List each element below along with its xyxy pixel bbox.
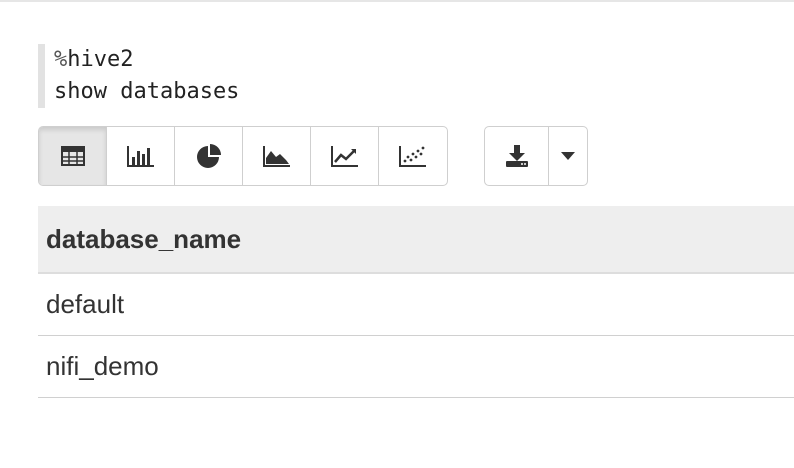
column-header[interactable]: database_name	[38, 206, 794, 274]
interpreter-prefix: %	[54, 47, 68, 72]
pie-chart-icon	[196, 144, 221, 168]
table-view-button[interactable]	[39, 127, 107, 185]
caret-down-icon	[561, 152, 575, 160]
table-header-row: database_name	[38, 206, 794, 274]
table-cell: default	[38, 273, 794, 336]
visualization-button-group	[38, 126, 448, 186]
query-text: show databases	[54, 79, 240, 104]
area-chart-icon	[262, 146, 290, 167]
paragraph: %hive2 show databases database_name defa…	[0, 0, 794, 468]
line-chart-button[interactable]	[311, 127, 379, 185]
code-editor[interactable]: %hive2 show databases	[38, 44, 778, 108]
table-cell: nifi_demo	[38, 335, 794, 398]
bar-chart-button[interactable]	[107, 127, 175, 185]
table-row: default	[38, 273, 794, 336]
line-chart-icon	[330, 146, 358, 167]
pie-chart-button[interactable]	[175, 127, 243, 185]
interpreter-name: hive2	[67, 47, 134, 72]
area-chart-button[interactable]	[243, 127, 311, 185]
editor-line: %hive2	[54, 44, 778, 76]
editor-line: show databases	[54, 76, 778, 108]
download-options-dropdown[interactable]	[549, 127, 587, 185]
table-icon	[60, 146, 85, 166]
scatter-chart-icon	[399, 146, 426, 167]
table-row: nifi_demo	[38, 335, 794, 398]
bar-chart-icon	[126, 146, 154, 167]
download-icon	[505, 145, 528, 167]
download-button-group	[484, 126, 588, 186]
download-button[interactable]	[485, 127, 549, 185]
result-table: database_name default nifi_demo	[38, 206, 794, 398]
scatter-chart-button[interactable]	[379, 127, 447, 185]
